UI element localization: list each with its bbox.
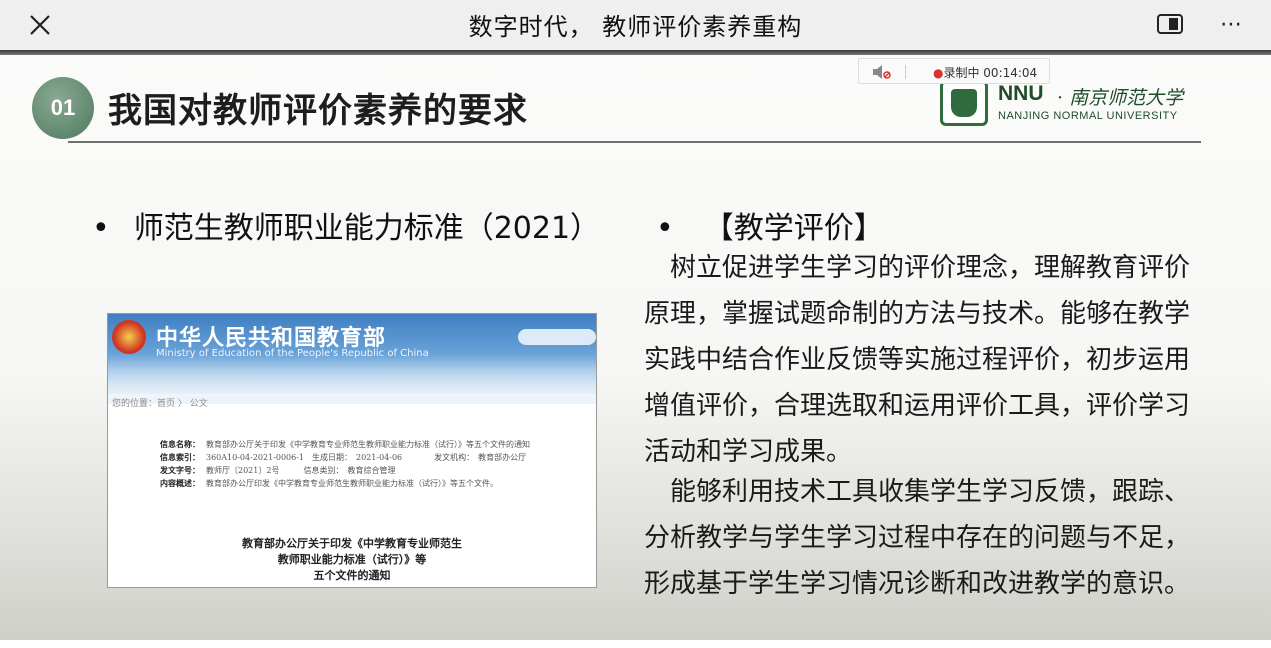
- window-title: 数字时代， 教师评价素养重构: [468, 13, 803, 41]
- recording-label: 录制中 00:14:04: [943, 66, 1038, 80]
- metadata-row: 发文字号： 教师厅〔2021〕2号 信息类别： 教育综合管理: [160, 464, 530, 477]
- metadata-value: 教育部办公厅印发《中学教育专业师范生教师职业能力标准（试行）》等五个文件。: [206, 479, 498, 488]
- university-logo: NNU · 南京师范大学 NANJING NORMAL UNIVERSITY: [940, 80, 1202, 128]
- metadata-value: 360A10-04-2021-0006-1 生成日期： 2021-04-06 发…: [206, 453, 527, 462]
- breadcrumb: 您的位置：首页 〉 公文: [112, 399, 208, 409]
- document-title-line: 五个文件的通知: [313, 569, 391, 582]
- metadata-row: 信息名称： 教育部办公厅关于印发《中学教育专业师范生教师职业能力标准（试行）》等五…: [160, 438, 530, 451]
- document-metadata: 信息名称： 教育部办公厅关于印发《中学教育专业师范生教师职业能力标准（试行）》等五…: [160, 438, 530, 490]
- presentation-slide: 01 我国对教师评价素养的要求 NNU · 南京师范大学 NANJING NOR…: [0, 55, 1271, 640]
- search-box: [518, 329, 596, 345]
- metadata-key: 内容概述：: [160, 478, 200, 488]
- recording-separator: [905, 65, 906, 79]
- muted-speaker-icon: [873, 65, 891, 79]
- metadata-key: 信息名称：: [160, 439, 200, 449]
- document-screenshot: 中华人民共和国教育部 Ministry of Education of the …: [107, 313, 597, 588]
- recording-dot-icon: ●: [933, 66, 944, 80]
- title-divider: [68, 141, 1201, 143]
- university-emblem-icon: [940, 80, 988, 126]
- more-options-button[interactable]: ⋯: [1214, 10, 1250, 38]
- metadata-key: 信息索引：: [160, 452, 200, 462]
- logo-english-name: NANJING NORMAL UNIVERSITY: [998, 110, 1178, 122]
- ministry-english-name: Ministry of Education of the People's Re…: [156, 348, 429, 359]
- paragraph-evaluation-concept: 树立促进学生学习的评价理念，理解教育评价原理，掌握试题命制的方法与技术。能够在教…: [644, 253, 1191, 467]
- document-title-line: 教育部办公厅关于印发《中学教育专业师范生: [242, 537, 462, 550]
- metadata-row: 信息索引： 360A10-04-2021-0006-1 生成日期： 2021-04…: [160, 451, 530, 464]
- document-title: 教育部办公厅关于印发《中学教育专业师范生 教师职业能力标准（试行）》等 五个文件…: [108, 536, 596, 584]
- right-bullet-text: 【教学评价】: [703, 211, 884, 246]
- bullet-icon: •: [92, 211, 110, 246]
- bottom-panel: [0, 640, 1271, 648]
- title-bar: 数字时代， 教师评价素养重构 ⋯: [0, 0, 1271, 50]
- section-number-badge: 01: [32, 77, 94, 139]
- logo-abbrev: NNU: [998, 82, 1044, 105]
- national-emblem-icon: [112, 320, 146, 354]
- floating-window-icon: [1157, 14, 1183, 34]
- metadata-key: 发文字号：: [160, 465, 200, 475]
- left-bullet: • 师范生教师职业能力标准（2021）: [92, 203, 600, 247]
- minimize-window-button[interactable]: [1154, 10, 1186, 38]
- recording-indicator[interactable]: ●录制中 00:14:04: [858, 58, 1050, 84]
- metadata-row: 内容概述： 教育部办公厅印发《中学教育专业师范生教师职业能力标准（试行）》等五个文…: [160, 477, 530, 490]
- document-title-line: 教师职业能力标准（试行）》等: [277, 553, 427, 566]
- section-title: 我国对教师评价素养的要求: [108, 91, 528, 131]
- left-bullet-text: 师范生教师职业能力标准（2021）: [133, 211, 601, 246]
- right-bullet: • 【教学评价】: [656, 203, 884, 247]
- metadata-value: 教育部办公厅关于印发《中学教育专业师范生教师职业能力标准（试行）》等五个文件的通…: [206, 440, 530, 449]
- bullet-icon: •: [656, 211, 674, 246]
- paragraph-technology-tools: 能够利用技术工具收集学生学习反馈，跟踪、分析教学与学生学习过程中存在的问题与不足…: [644, 477, 1191, 599]
- metadata-value: 教师厅〔2021〕2号 信息类别： 教育综合管理: [206, 466, 396, 475]
- logo-chinese-name: · 南京师范大学: [1057, 87, 1184, 109]
